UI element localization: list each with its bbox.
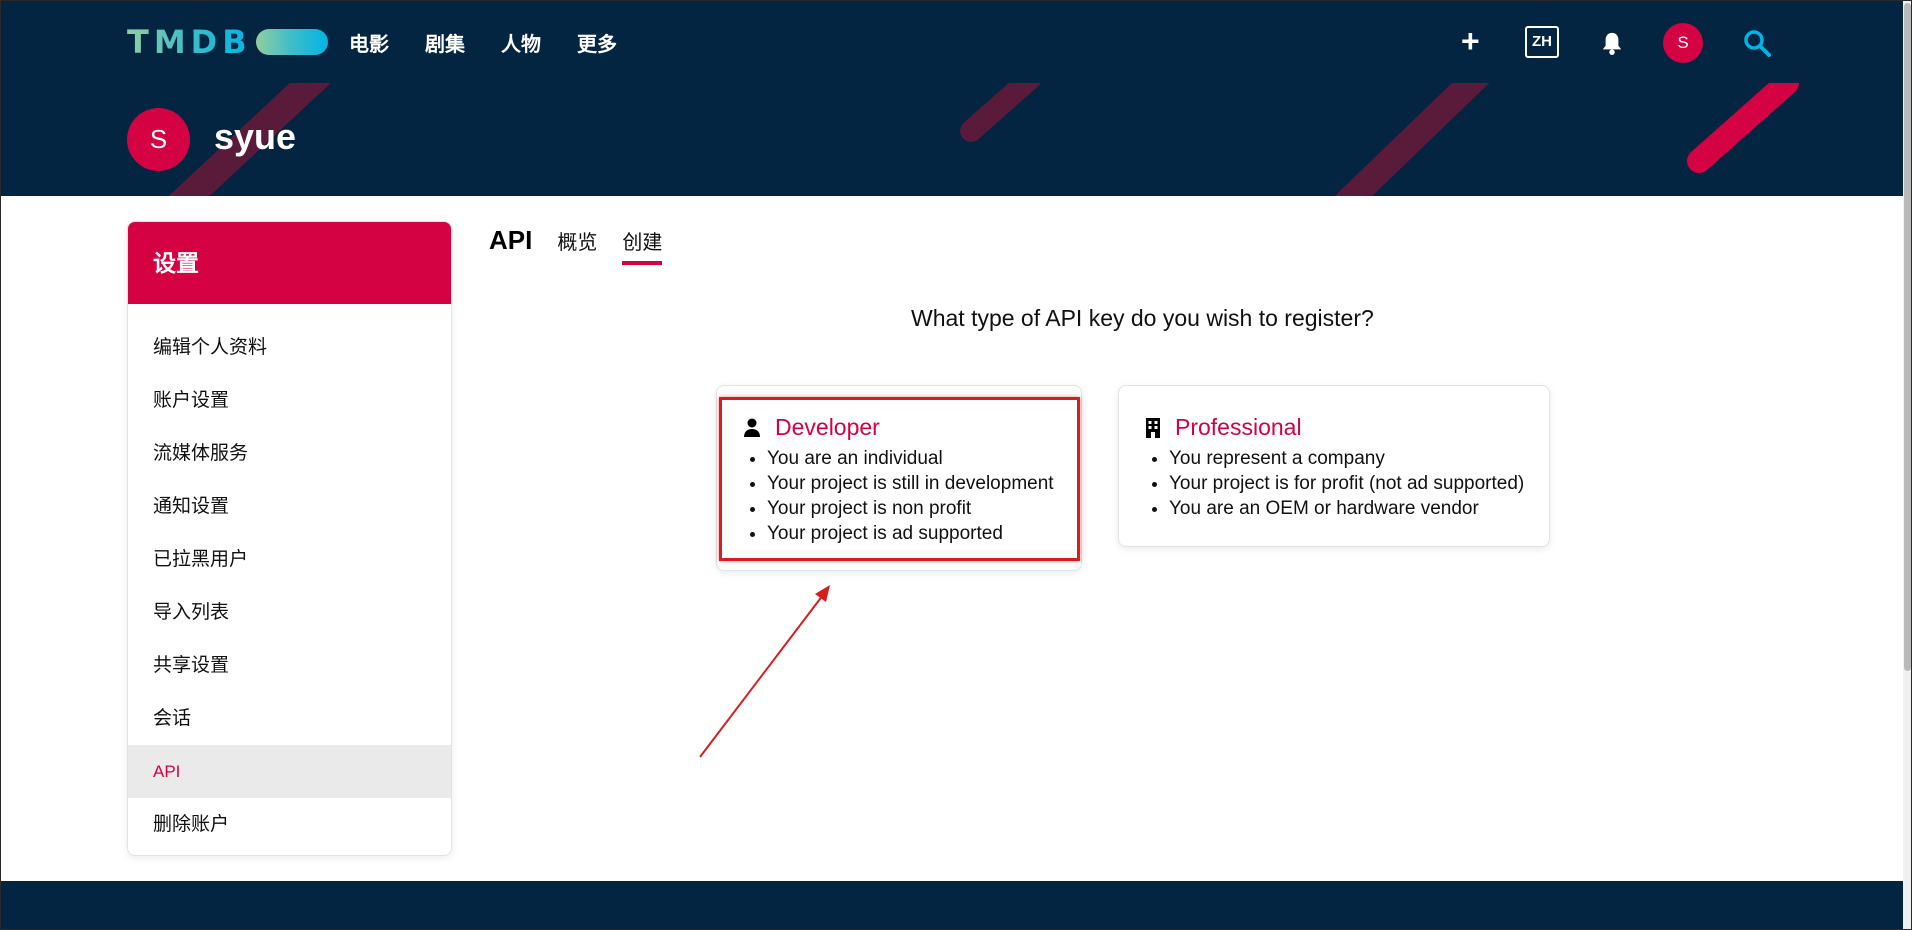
sidebar-item-edit-profile[interactable]: 编辑个人资料 xyxy=(128,321,451,374)
api-type-question: What type of API key do you wish to regi… xyxy=(911,305,1374,331)
nav-link-movies[interactable]: 电影 xyxy=(349,28,389,57)
bell-icon[interactable] xyxy=(1601,31,1623,55)
sidebar-item-api[interactable]: API xyxy=(128,745,451,798)
browser-frame: TMDB 电影 剧集 人物 更多 + ZH S S syue 设置 编辑个人资料… xyxy=(0,0,1912,930)
profile-header: S syue xyxy=(1,83,1903,196)
logo-text: TMDB xyxy=(127,23,252,61)
tab-create[interactable]: 创建 xyxy=(622,226,663,265)
sidebar-item-streaming-services[interactable]: 流媒体服务 xyxy=(128,427,451,480)
sidebar-title: 设置 xyxy=(128,222,451,304)
professional-title-text: Professional xyxy=(1175,414,1302,440)
user-avatar[interactable]: S xyxy=(1663,23,1703,63)
add-icon[interactable]: + xyxy=(1461,25,1480,57)
nav-link-people[interactable]: 人物 xyxy=(501,28,541,57)
list-item: You represent a company xyxy=(1169,446,1524,471)
tmdb-logo[interactable]: TMDB xyxy=(127,23,328,61)
language-button[interactable]: ZH xyxy=(1525,26,1559,58)
sidebar-list: 编辑个人资料 账户设置 流媒体服务 通知设置 已拉黑用户 导入列表 共享设置 会… xyxy=(128,304,451,851)
sidebar-item-notifications[interactable]: 通知设置 xyxy=(128,480,451,533)
api-tabs: API 概览 创建 xyxy=(489,225,687,265)
search-icon[interactable] xyxy=(1743,29,1771,57)
logo-pill-icon xyxy=(255,29,328,55)
sidebar-item-sharing[interactable]: 共享设置 xyxy=(128,639,451,692)
professional-card[interactable]: Professional You represent a company You… xyxy=(1118,385,1550,547)
footer xyxy=(1,881,1903,929)
building-icon xyxy=(1146,417,1160,438)
main-menu: 电影 剧集 人物 更多 xyxy=(349,28,653,57)
profile-avatar[interactable]: S xyxy=(127,108,190,171)
list-item: Your project is for profit (not ad suppo… xyxy=(1169,471,1524,496)
nav-link-more[interactable]: 更多 xyxy=(577,28,617,57)
sidebar-item-sessions[interactable]: 会话 xyxy=(128,692,451,745)
list-item: You are an OEM or hardware vendor xyxy=(1169,496,1524,521)
nav-link-tv[interactable]: 剧集 xyxy=(425,28,465,57)
scrollbar-thumb[interactable] xyxy=(1904,3,1911,671)
settings-sidebar: 设置 编辑个人资料 账户设置 流媒体服务 通知设置 已拉黑用户 导入列表 共享设… xyxy=(127,221,452,856)
professional-bullets: You represent a company Your project is … xyxy=(1169,446,1524,521)
sidebar-item-blocked-users[interactable]: 已拉黑用户 xyxy=(128,533,451,586)
sidebar-item-account-settings[interactable]: 账户设置 xyxy=(128,374,451,427)
sidebar-item-import-list[interactable]: 导入列表 xyxy=(128,586,451,639)
section-title: API xyxy=(489,225,533,255)
profile-name[interactable]: syue xyxy=(214,116,296,158)
tab-overview[interactable]: 概览 xyxy=(557,226,597,255)
professional-card-title[interactable]: Professional xyxy=(1145,414,1302,441)
sidebar-item-delete-account[interactable]: 删除账户 xyxy=(128,798,451,851)
page-scrollbar[interactable] xyxy=(1903,1,1911,929)
annotation-highlight-box xyxy=(719,397,1080,561)
top-navigation: TMDB 电影 剧集 人物 更多 + ZH S xyxy=(1,1,1903,83)
